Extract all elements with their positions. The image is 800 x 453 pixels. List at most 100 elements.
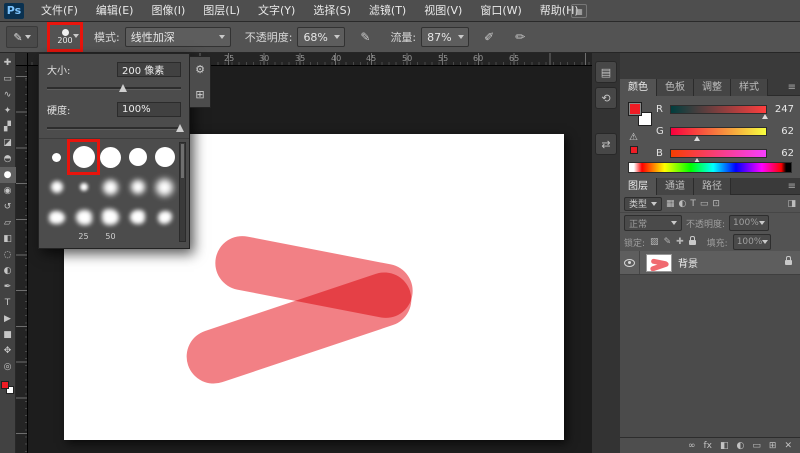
brush-preset[interactable] (43, 142, 70, 172)
brush-preset-selected[interactable] (70, 142, 97, 172)
filter-pixel-icon[interactable]: ▦ (666, 199, 675, 209)
gamut-warning-icon[interactable]: ⚠ (629, 132, 638, 143)
panel-color-swatches[interactable] (628, 102, 652, 126)
layer-filter-dropdown[interactable]: 类型 (624, 197, 662, 211)
tool-path-select[interactable]: ▶ (0, 311, 16, 327)
r-value[interactable]: 247 (772, 104, 794, 115)
brush-preset[interactable] (97, 172, 124, 202)
menu-edit[interactable]: 编辑(E) (87, 0, 143, 22)
foreground-color-swatch[interactable] (1, 381, 9, 389)
filter-smart-object-icon[interactable]: ⊡ (712, 199, 720, 209)
brush-preset[interactable] (43, 202, 70, 232)
tool-gradient[interactable]: ◧ (0, 231, 16, 247)
tool-marquee[interactable]: ▭ (0, 71, 16, 87)
brush-preset[interactable] (70, 202, 97, 232)
brush-preset[interactable] (70, 172, 97, 202)
tab-channels[interactable]: 通道 (657, 178, 694, 195)
tab-paths[interactable]: 路径 (694, 178, 731, 195)
tab-styles[interactable]: 样式 (731, 79, 768, 96)
menu-layer[interactable]: 图层(L) (194, 0, 249, 22)
tab-layers[interactable]: 图层 (620, 178, 657, 195)
panel-menu-icon[interactable]: ≡ (788, 178, 796, 195)
layer-blend-mode-dropdown[interactable]: 正常 (624, 215, 682, 231)
foreground-color-swatch[interactable] (628, 102, 642, 116)
hardness-slider-thumb[interactable] (176, 124, 184, 132)
brush-preset[interactable] (43, 172, 70, 202)
hardness-value-field[interactable]: 100% (117, 102, 181, 117)
brush-preset[interactable] (97, 202, 124, 232)
collapsed-panel-button-2[interactable]: ⟲ (595, 87, 617, 109)
panel-menu-icon[interactable]: ≡ (788, 79, 796, 96)
filter-adjustment-icon[interactable]: ◐ (679, 199, 687, 209)
brush-preset[interactable] (151, 172, 178, 202)
g-value[interactable]: 62 (772, 126, 794, 137)
delete-layer-icon[interactable]: ✕ (784, 441, 792, 451)
r-slider[interactable] (670, 105, 767, 114)
tool-crop[interactable]: ▞ (0, 119, 16, 135)
tab-color[interactable]: 颜色 (620, 79, 657, 96)
g-slider-thumb[interactable] (694, 136, 700, 141)
menu-window[interactable]: 窗口(W) (471, 0, 530, 22)
link-layers-icon[interactable]: ∞ (688, 441, 696, 451)
size-value-field[interactable]: 200 像素 (117, 62, 181, 77)
filter-shape-icon[interactable]: ▭ (700, 199, 709, 209)
flow-combo[interactable]: 87% (421, 27, 469, 47)
brush-preset[interactable] (151, 142, 178, 172)
brush-preset[interactable] (97, 142, 124, 172)
layer-style-icon[interactable]: fx (704, 441, 713, 451)
tool-eraser[interactable]: ▱ (0, 215, 16, 231)
tool-lasso[interactable]: ∿ (0, 87, 16, 103)
preset-scrollbar[interactable] (179, 142, 186, 242)
brush-preset[interactable] (124, 172, 151, 202)
lock-all-icon[interactable] (689, 240, 696, 245)
menu-type[interactable]: 文字(Y) (249, 0, 304, 22)
menu-view[interactable]: 视图(V) (415, 0, 471, 22)
tool-brush[interactable]: ● (0, 167, 16, 183)
brush-preset[interactable] (151, 202, 178, 232)
gamut-color-chip[interactable] (630, 146, 638, 154)
filter-type-icon[interactable]: T (690, 199, 696, 209)
lock-position-icon[interactable]: ✚ (676, 237, 684, 247)
blend-mode-dropdown[interactable]: 线性加深 (125, 27, 231, 47)
b-value[interactable]: 62 (772, 148, 794, 159)
brush-settings-gear-icon[interactable]: ⚙ (195, 63, 205, 76)
hardness-slider-track[interactable] (47, 127, 181, 130)
tab-swatches[interactable]: 色板 (657, 79, 694, 96)
new-adjustment-icon[interactable]: ◐ (737, 441, 745, 451)
tool-move[interactable]: ✚ (0, 55, 16, 71)
tool-clone-stamp[interactable]: ◉ (0, 183, 16, 199)
opacity-combo[interactable]: 68% (297, 27, 345, 47)
tool-type[interactable]: T (0, 295, 16, 311)
menu-filter[interactable]: 滤镜(T) (360, 0, 415, 22)
r-slider-thumb[interactable] (762, 114, 768, 119)
lock-transparency-icon[interactable]: ▨ (650, 237, 659, 247)
workspace-icon[interactable]: ▦ (571, 4, 587, 18)
size-slider-track[interactable] (47, 87, 181, 90)
hardness-slider[interactable] (47, 122, 181, 134)
color-spectrum-ramp[interactable] (628, 162, 792, 173)
layer-name[interactable]: 背景 (678, 255, 698, 270)
pressure-size-icon[interactable]: ✏ (509, 27, 531, 47)
pressure-opacity-icon[interactable]: ✎ (354, 27, 376, 47)
layer-thumbnail[interactable] (646, 254, 672, 272)
scrollbar-thumb[interactable] (181, 144, 184, 178)
tool-shape[interactable]: ■ (0, 327, 16, 343)
fill-combo[interactable]: 100% (733, 234, 771, 250)
new-layer-icon[interactable]: ⊞ (769, 441, 777, 451)
g-slider[interactable] (670, 127, 767, 136)
new-preset-icon[interactable]: ⊞ (195, 88, 204, 101)
tool-preset-picker[interactable]: ✎ (6, 26, 38, 48)
visibility-cell[interactable] (620, 251, 640, 274)
tool-eyedropper[interactable]: ◪ (0, 135, 16, 151)
layer-row-background[interactable]: 背景 (620, 251, 800, 275)
lock-pixels-icon[interactable]: ✎ (664, 237, 672, 247)
layer-opacity-combo[interactable]: 100% (729, 215, 769, 231)
b-slider[interactable] (670, 149, 767, 158)
brush-preset[interactable] (124, 142, 151, 172)
brush-preset[interactable] (124, 202, 151, 232)
tool-zoom[interactable]: ◎ (0, 359, 16, 375)
menu-image[interactable]: 图像(I) (142, 0, 194, 22)
tool-blur[interactable]: ◌ (0, 247, 16, 263)
collapsed-panel-button-1[interactable]: ▤ (595, 61, 617, 83)
size-slider[interactable] (47, 82, 181, 94)
